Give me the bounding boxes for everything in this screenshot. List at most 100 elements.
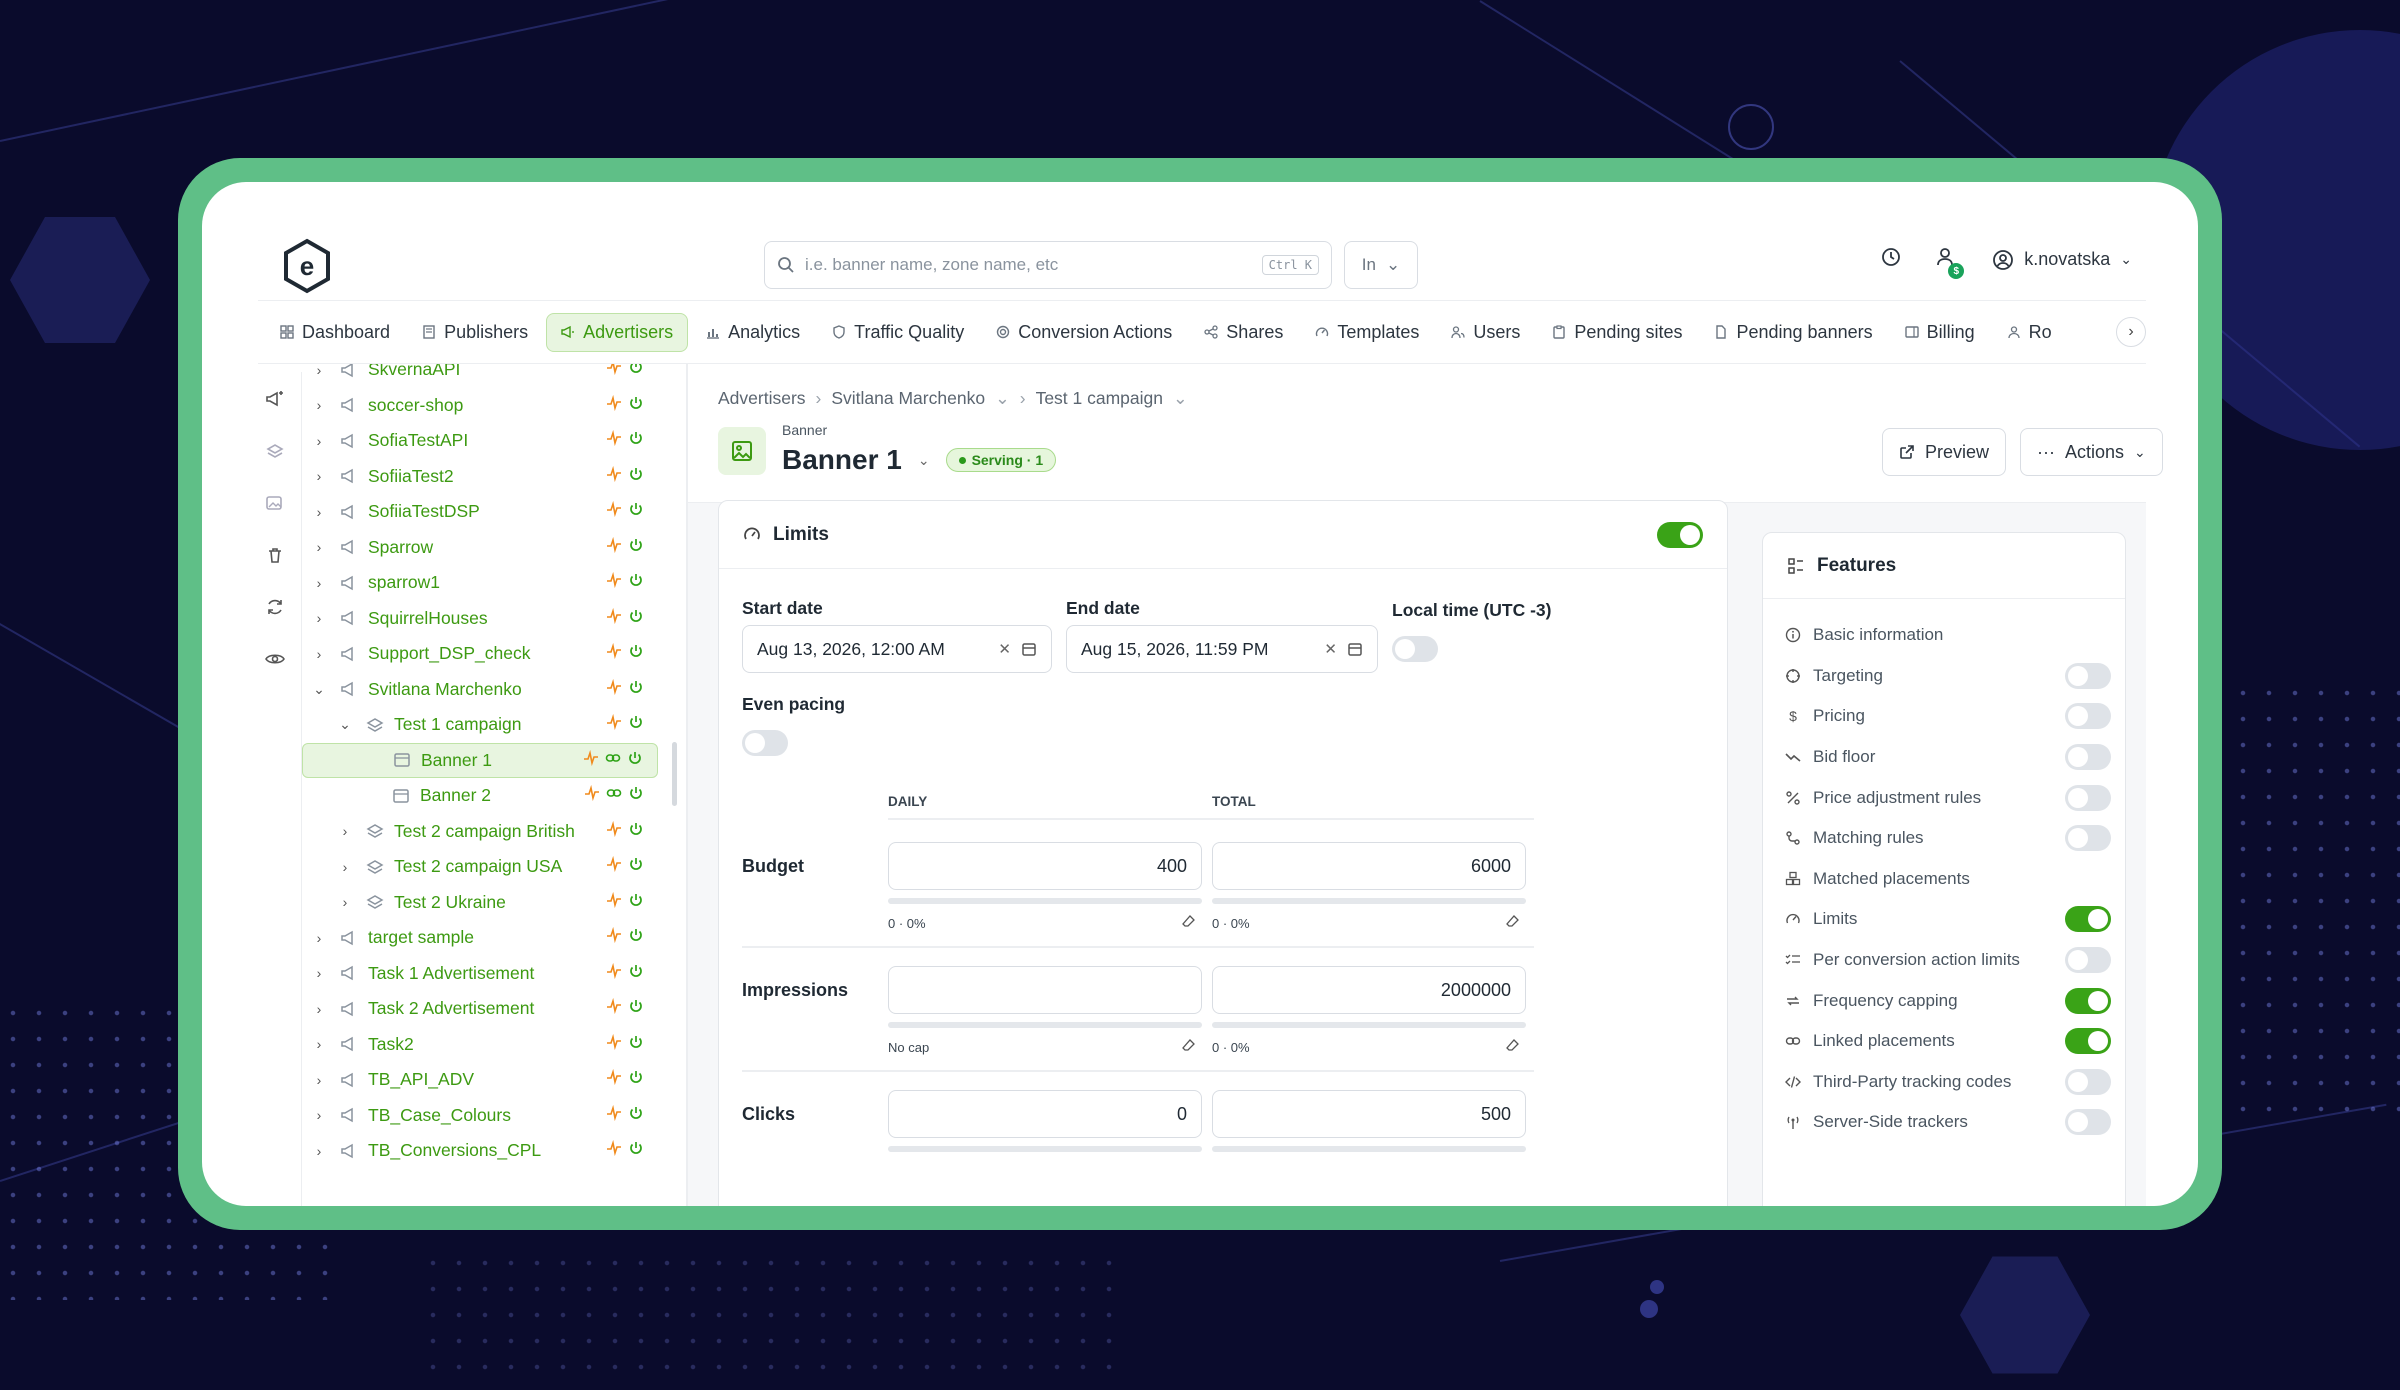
- tab-templates[interactable]: Templates: [1301, 314, 1433, 351]
- actions-button[interactable]: ··· Actions ⌄: [2020, 428, 2163, 476]
- tree-row-advertiser[interactable]: › SofiiaTestDSP: [302, 494, 658, 530]
- feature-toggle[interactable]: [2065, 744, 2111, 771]
- app-logo[interactable]: e: [282, 238, 332, 294]
- even-pacing-toggle[interactable]: [742, 730, 788, 756]
- user-menu[interactable]: k.novatska ⌄: [1992, 249, 2132, 271]
- chevron-down-icon[interactable]: ⌄: [312, 681, 326, 698]
- breadcrumb-advertisers[interactable]: Advertisers: [718, 388, 806, 409]
- chevron-right-icon[interactable]: ›: [312, 1143, 326, 1159]
- total-clicks-input[interactable]: 500: [1212, 1090, 1526, 1138]
- nav-scroll-right-button[interactable]: ›: [2116, 317, 2146, 347]
- power-icon[interactable]: [628, 1105, 644, 1126]
- stats-pulse-icon[interactable]: [606, 1104, 622, 1126]
- chevron-right-icon[interactable]: ›: [338, 823, 352, 839]
- add-banner-icon[interactable]: [264, 492, 286, 514]
- chevron-right-icon[interactable]: ›: [312, 575, 326, 591]
- tree-row-campaign[interactable]: › Test 2 campaign USA: [302, 849, 658, 885]
- tab-pending-banners[interactable]: Pending banners: [1700, 314, 1886, 351]
- tree-row-advertiser[interactable]: › Task2: [302, 1027, 658, 1063]
- search-scope-select[interactable]: In ⌄: [1344, 241, 1418, 289]
- chevron-right-icon[interactable]: ›: [312, 1036, 326, 1052]
- tree-row-advertiser[interactable]: › TB_Case_Colours: [302, 1098, 658, 1134]
- chevron-right-icon[interactable]: ›: [312, 1001, 326, 1017]
- start-date-input[interactable]: Aug 13, 2026, 12:00 AM ✕: [742, 625, 1052, 673]
- stats-pulse-icon[interactable]: [606, 394, 622, 416]
- stats-pulse-icon[interactable]: [606, 927, 622, 948]
- chevron-right-icon[interactable]: ›: [312, 965, 326, 981]
- tree-row-advertiser[interactable]: › sparrow1: [302, 565, 658, 601]
- power-icon[interactable]: [628, 395, 644, 416]
- chevron-right-icon[interactable]: ›: [312, 397, 326, 413]
- history-icon[interactable]: [1880, 246, 1902, 273]
- tab-ro[interactable]: Ro: [1993, 314, 2066, 351]
- chevron-right-icon[interactable]: ›: [312, 646, 326, 662]
- power-icon[interactable]: [628, 572, 644, 593]
- daily-clicks-input[interactable]: 0: [888, 1090, 1202, 1138]
- feature-linked-placements[interactable]: Linked placements: [1763, 1021, 2125, 1062]
- tree-row-advertiser[interactable]: › TB_Conversions_CPL: [302, 1133, 658, 1169]
- feature-toggle[interactable]: [2065, 703, 2111, 730]
- tab-dashboard[interactable]: Dashboard: [266, 314, 404, 351]
- chevron-down-icon[interactable]: ⌄: [338, 716, 352, 733]
- chevron-right-icon[interactable]: ›: [312, 364, 326, 378]
- tab-pending-sites[interactable]: Pending sites: [1538, 314, 1696, 351]
- power-icon[interactable]: [628, 501, 644, 522]
- chevron-right-icon[interactable]: ›: [312, 1072, 326, 1088]
- total-impressions-input[interactable]: 2000000: [1212, 966, 1526, 1014]
- tree-row-advertiser[interactable]: › SkvernaAPI: [302, 364, 658, 388]
- power-icon[interactable]: [628, 643, 644, 664]
- tree-row-advertiser[interactable]: › soccer-shop: [302, 388, 658, 424]
- feature-basic-information[interactable]: Basic information: [1763, 615, 2125, 656]
- daily-impressions-input[interactable]: [888, 966, 1202, 1014]
- stats-pulse-icon[interactable]: [606, 891, 622, 913]
- stats-pulse-icon[interactable]: [606, 714, 622, 735]
- feature-pricing[interactable]: $ Pricing: [1763, 696, 2125, 737]
- power-icon[interactable]: [628, 714, 644, 735]
- power-icon[interactable]: [628, 821, 644, 842]
- end-date-input[interactable]: Aug 15, 2026, 11:59 PM ✕: [1066, 625, 1378, 673]
- chevron-right-icon[interactable]: ›: [312, 930, 326, 946]
- breadcrumb-campaign[interactable]: Test 1 campaign: [1036, 388, 1163, 409]
- power-icon[interactable]: [628, 892, 644, 913]
- title-chevron-down-icon[interactable]: ⌄: [918, 452, 930, 469]
- power-icon[interactable]: [628, 537, 644, 558]
- stats-pulse-icon[interactable]: [584, 785, 600, 806]
- user-billing-icon[interactable]: $: [1936, 246, 1965, 279]
- chevron-right-icon[interactable]: ›: [312, 1107, 326, 1123]
- link-icon[interactable]: [606, 785, 622, 806]
- power-icon[interactable]: [628, 1034, 644, 1055]
- feature-matched-placements[interactable]: Matched placements: [1763, 859, 2125, 900]
- tree-row-campaign[interactable]: › Test 2 Ukraine: [302, 885, 658, 921]
- stats-pulse-icon[interactable]: [606, 998, 622, 1019]
- tab-advertisers[interactable]: Advertisers: [546, 312, 689, 352]
- reset-eraser-icon[interactable]: [1182, 1038, 1196, 1055]
- tree-row-advertiser[interactable]: › Support_DSP_check: [302, 636, 658, 672]
- chevron-right-icon[interactable]: ›: [312, 539, 326, 555]
- feature-matching-rules[interactable]: Matching rules: [1763, 818, 2125, 859]
- tree-row-banner[interactable]: Banner 2: [302, 778, 658, 814]
- feature-toggle[interactable]: [2065, 906, 2111, 933]
- reset-eraser-icon[interactable]: [1506, 1038, 1520, 1055]
- add-advertiser-icon[interactable]: [264, 388, 286, 410]
- limits-enabled-toggle[interactable]: [1657, 521, 1703, 548]
- stats-pulse-icon[interactable]: [606, 962, 622, 984]
- stats-pulse-icon[interactable]: [606, 856, 622, 877]
- breadcrumb-advertiser[interactable]: Svitlana Marchenko: [831, 388, 985, 409]
- tab-traffic-quality[interactable]: Traffic Quality: [818, 314, 978, 351]
- feature-price-adjustment-rules[interactable]: Price adjustment rules: [1763, 777, 2125, 818]
- feature-toggle[interactable]: [2065, 1109, 2111, 1136]
- feature-per-conversion-action-limits[interactable]: Per conversion action limits: [1763, 940, 2125, 981]
- preview-button[interactable]: Preview: [1882, 428, 2007, 476]
- stats-pulse-icon[interactable]: [606, 364, 622, 380]
- feature-toggle[interactable]: [2065, 947, 2111, 974]
- chevron-down-icon[interactable]: ⌄: [1173, 388, 1188, 409]
- power-icon[interactable]: [628, 679, 644, 700]
- tree-row-advertiser[interactable]: › SofiaTestAPI: [302, 423, 658, 459]
- stats-pulse-icon[interactable]: [606, 572, 622, 593]
- eye-icon[interactable]: [264, 648, 286, 670]
- feature-toggle[interactable]: [2065, 662, 2111, 689]
- reset-eraser-icon[interactable]: [1506, 914, 1520, 931]
- tab-conversion-actions[interactable]: Conversion Actions: [982, 314, 1186, 351]
- feature-toggle[interactable]: [2065, 825, 2111, 852]
- tab-analytics[interactable]: Analytics: [692, 314, 814, 351]
